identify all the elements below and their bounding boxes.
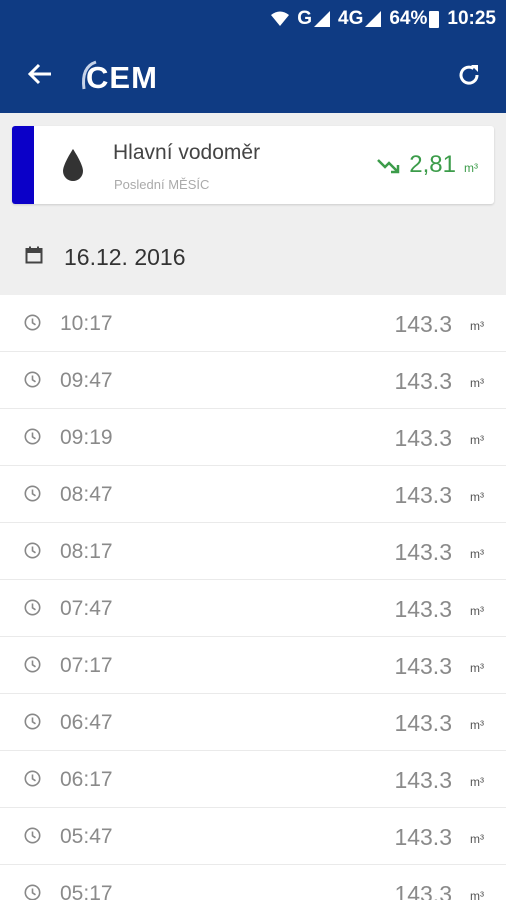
back-button[interactable]: [24, 56, 56, 92]
readings-list: 10:17 143.3 m³ 09:47 143.3 m³ 09:19 143.3 m³ 08:4…: [0, 295, 506, 900]
reading-row[interactable]: 08:47 143.3 m³: [0, 466, 506, 523]
reading-unit: m³: [470, 547, 484, 561]
reading-time: 10:17: [60, 312, 113, 335]
reading-time: 05:47: [60, 825, 113, 848]
status-bar: G 4G 64% 10:25: [0, 0, 506, 38]
clock-icon: [24, 656, 41, 673]
water-drop-icon: [63, 149, 83, 181]
meter-card[interactable]: Hlavní vodoměr Poslední MĚSÍC 2,81 m³: [12, 126, 494, 204]
consumption-unit: m³: [464, 161, 478, 175]
reading-value: 143.3: [394, 824, 452, 850]
clock-icon: [24, 713, 41, 730]
reading-unit: m³: [470, 775, 484, 789]
reading-unit: m³: [470, 433, 484, 447]
reading-row[interactable]: 09:19 143.3 m³: [0, 409, 506, 466]
arrow-left-icon: [27, 63, 51, 85]
consumption-value: 2,81: [409, 151, 456, 178]
reading-row[interactable]: 07:47 143.3 m³: [0, 580, 506, 637]
app-logo: CEM: [78, 58, 158, 98]
reading-time: 07:17: [60, 654, 113, 677]
date-header: 16.12. 2016: [0, 216, 506, 294]
reading-unit: m³: [470, 604, 484, 618]
reading-row[interactable]: 06:17 143.3 m³: [0, 751, 506, 808]
reading-unit: m³: [470, 319, 484, 333]
top-bar: G 4G 64% 10:25 CEM: [0, 0, 506, 113]
reading-time: 09:47: [60, 369, 113, 392]
battery-percent: 64%: [389, 8, 428, 29]
reading-value: 143.3: [394, 653, 452, 679]
reading-value: 143.3: [394, 482, 452, 508]
clock-icon: [24, 314, 41, 331]
reading-time: 06:17: [60, 768, 113, 791]
reading-value: 143.3: [394, 311, 452, 337]
meter-color-bar: [12, 126, 34, 204]
network-type-1: G: [297, 8, 312, 29]
meter-name: Hlavní vodoměr: [113, 141, 261, 164]
reading-time: 07:47: [60, 597, 113, 620]
reading-row[interactable]: 10:17 143.3 m³: [0, 295, 506, 352]
wifi-icon: [271, 11, 290, 27]
meter-consumption: 2,81 m³: [377, 151, 478, 179]
clock-icon: [24, 371, 41, 388]
reading-row[interactable]: 06:47 143.3 m³: [0, 694, 506, 751]
reading-time: 08:17: [60, 540, 113, 563]
reading-row[interactable]: 07:17 143.3 m³: [0, 637, 506, 694]
clock-icon: [24, 485, 41, 502]
reading-row[interactable]: 08:17 143.3 m³: [0, 523, 506, 580]
reading-row[interactable]: 05:17 143.3 m³: [0, 865, 506, 900]
signal-2: 4G: [338, 8, 382, 30]
app-bar: CEM: [0, 38, 506, 113]
reading-value: 143.3: [394, 368, 452, 394]
reading-time: 05:17: [60, 882, 113, 900]
reading-time: 08:47: [60, 483, 113, 506]
reading-value: 143.3: [394, 425, 452, 451]
reading-unit: m³: [470, 889, 484, 900]
refresh-button[interactable]: [452, 58, 486, 92]
clock-icon: [24, 428, 41, 445]
clock-icon: [24, 884, 41, 900]
battery: 64%: [389, 8, 440, 30]
reading-value: 143.3: [394, 710, 452, 736]
logo-text: CEM: [86, 60, 158, 95]
reading-row[interactable]: 05:47 143.3 m³: [0, 808, 506, 865]
clock-icon: [24, 542, 41, 559]
reading-value: 143.3: [394, 767, 452, 793]
trending-down-icon: [377, 159, 400, 174]
refresh-icon: [459, 65, 479, 85]
clock-icon: [24, 599, 41, 616]
signal-1: G: [297, 8, 330, 30]
reading-unit: m³: [470, 490, 484, 504]
network-type-2: 4G: [338, 8, 364, 29]
reading-value: 143.3: [394, 539, 452, 565]
calendar-icon: [25, 246, 43, 264]
reading-row[interactable]: 09:47 143.3 m³: [0, 352, 506, 409]
reading-value: 143.3: [394, 881, 452, 900]
date-text: 16.12. 2016: [64, 244, 186, 270]
reading-value: 143.3: [394, 596, 452, 622]
reading-unit: m³: [470, 832, 484, 846]
clock-icon: [24, 770, 41, 787]
battery-icon: [429, 10, 440, 28]
reading-unit: m³: [470, 661, 484, 675]
signal-strength-icon: [314, 11, 330, 27]
reading-unit: m³: [470, 376, 484, 390]
meter-period: Poslední MĚSÍC: [114, 177, 210, 192]
signal-strength-icon: [365, 11, 382, 27]
clock-icon: [24, 827, 41, 844]
clock-time: 10:25: [447, 8, 496, 29]
reading-time: 06:47: [60, 711, 113, 734]
reading-time: 09:19: [60, 426, 113, 449]
reading-unit: m³: [470, 718, 484, 732]
